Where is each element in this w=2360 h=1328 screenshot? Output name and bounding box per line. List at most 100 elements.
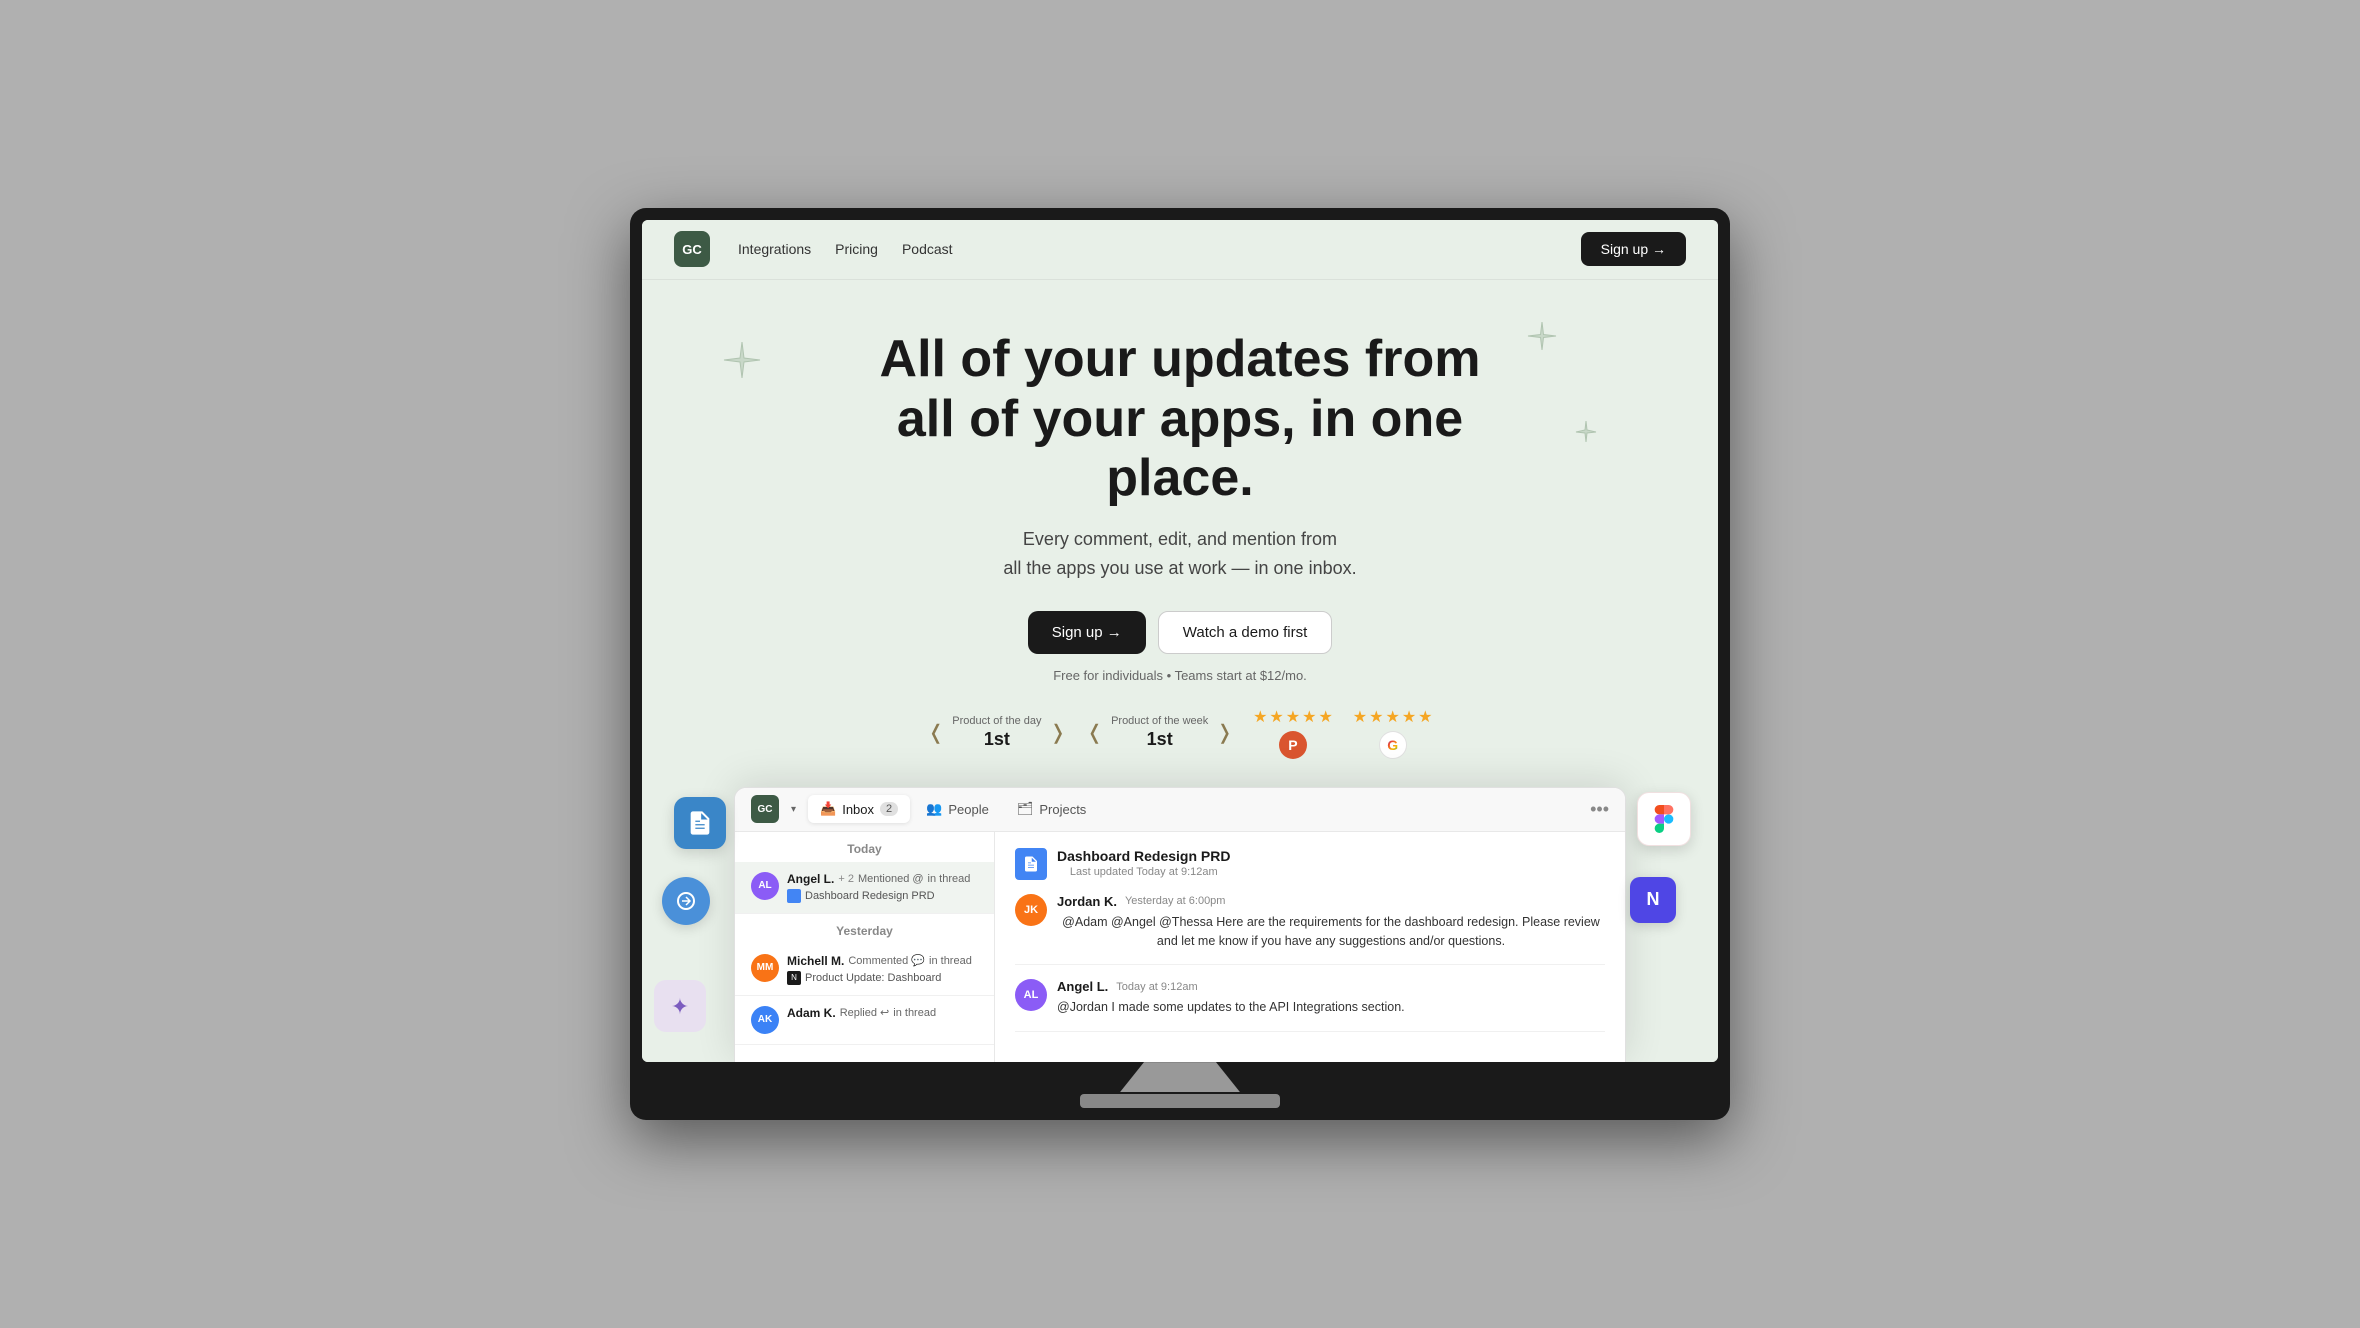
notion-icon-michell: N (787, 971, 801, 985)
sender-angel-count: + 2 (838, 873, 854, 885)
inbox-item-angel-header: Angel L. + 2 Mentioned @ in thread (787, 872, 978, 886)
laurel-left-day: ❬ (927, 720, 944, 745)
monitor-screen: GC Integrations Pricing Podcast Sign up … (642, 220, 1718, 1062)
app-logo: GC (751, 795, 779, 823)
sparkle-decoration-br (1574, 420, 1598, 449)
angel-msg-content: Angel L. Today at 9:12am @Jordan I made … (1057, 979, 1405, 1017)
navbar: GC Integrations Pricing Podcast Sign up … (642, 220, 1718, 280)
sparkle-decoration-tr (1526, 320, 1558, 358)
sender-adam: Adam K. (787, 1006, 836, 1020)
inbox-item-michell[interactable]: MM Michell M. Commented 💬 in thread N (735, 944, 994, 996)
svg-text:✦: ✦ (671, 994, 689, 1019)
today-label: Today (735, 832, 994, 862)
sender-michell: Michell M. (787, 954, 844, 968)
nav-pricing[interactable]: Pricing (835, 241, 878, 257)
ph-star-rating: ★ ★ ★ ★ ★ P (1253, 707, 1333, 759)
yesterday-label: Yesterday (735, 914, 994, 944)
detail-doc-title: Dashboard Redesign PRD (1057, 848, 1230, 864)
notion-float-icon: N (1630, 877, 1676, 923)
detail-doc-header: Dashboard Redesign PRD Last updated Toda… (1015, 848, 1605, 880)
angel-detail-text: @Jordan I made some updates to the API I… (1057, 998, 1405, 1017)
nav-logo: GC (674, 231, 710, 267)
inbox-icon: 📥 (820, 801, 836, 817)
more-options-icon[interactable]: ••• (1590, 799, 1609, 820)
angel-action: Mentioned @ (858, 873, 924, 885)
jordan-time: Yesterday at 6:00pm (1125, 895, 1226, 907)
detail-doc-meta: Last updated Today at 9:12am (1057, 866, 1230, 878)
app-window: GC ▾ 📥 Inbox 2 👥 People (734, 787, 1626, 1062)
hero-demo-button[interactable]: Watch a demo first (1158, 611, 1332, 654)
laurel-right-day: ❭ (1050, 720, 1067, 745)
angel-msg-header: Angel L. Today at 9:12am (1057, 979, 1405, 994)
detail-message-jordan: JK Jordan K. Yesterday at 6:00pm @Adam @… (1015, 894, 1605, 966)
tab-projects[interactable]: 🗂 Projects (1005, 795, 1098, 823)
avatar-adam: AK (751, 1006, 779, 1034)
linear-float-icon (662, 877, 710, 925)
product-week-label: Product of the week (1111, 715, 1208, 728)
google-docs-float-icon (674, 797, 726, 849)
app-preview-container: N ✦ GC ▾ 📥 Inbox 2 (734, 787, 1626, 1062)
projects-icon: 🗂 (1017, 801, 1034, 817)
jordan-text: @Adam @Angel @Thessa Here are the requir… (1057, 913, 1605, 951)
producthunt-icon: P (1279, 731, 1307, 759)
adam-action: Replied ↩ (840, 1006, 890, 1019)
product-day-label: Product of the day (952, 715, 1041, 728)
nav-signup-button[interactable]: Sign up → (1581, 232, 1686, 266)
hero-title: All of your updates from all of your app… (830, 330, 1530, 509)
figma-float-icon (1637, 792, 1691, 846)
google-star-rating: ★ ★ ★ ★ ★ G (1353, 707, 1433, 759)
nav-links: Integrations Pricing Podcast (738, 241, 1581, 257)
stand-base (1080, 1094, 1280, 1108)
hero-pricing-note: Free for individuals • Teams start at $1… (674, 668, 1686, 683)
detail-panel: Dashboard Redesign PRD Last updated Toda… (995, 832, 1625, 1062)
stand-neck (1120, 1062, 1240, 1092)
badges-row: ❬ Product of the day 1st ❭ ❬ Product of … (674, 707, 1686, 759)
inbox-badge: 2 (880, 802, 898, 816)
ph-stars: ★ ★ ★ ★ ★ (1253, 707, 1333, 727)
jordan-msg-content: Jordan K. Yesterday at 6:00pm @Adam @Ang… (1057, 894, 1605, 951)
inbox-list: Today AL Angel L. + 2 Mentioned @ in (735, 832, 995, 1062)
hero-section: All of your updates from all of your app… (642, 280, 1718, 1062)
inbox-item-adam-content: Adam K. Replied ↩ in thread (787, 1006, 978, 1034)
angel-detail-name: Angel L. (1057, 979, 1108, 994)
tab-people[interactable]: 👥 People (914, 795, 1001, 823)
product-day-rank: 1st (984, 729, 1010, 749)
nav-podcast[interactable]: Podcast (902, 241, 953, 257)
laurel-right-week: ❭ (1216, 720, 1233, 745)
avatar-angel: AL (751, 872, 779, 900)
avatar-jordan: JK (1015, 894, 1047, 926)
product-week-rank: 1st (1147, 729, 1173, 749)
hero-subtitle: Every comment, edit, and mention from al… (940, 525, 1420, 583)
angel-doc: Dashboard Redesign PRD (787, 889, 978, 903)
angel-detail-time: Today at 9:12am (1116, 981, 1197, 993)
nav-integrations[interactable]: Integrations (738, 241, 811, 257)
angel-thread: in thread (928, 873, 971, 885)
detail-gdoc-icon (1015, 848, 1047, 880)
jordan-msg-header: Jordan K. Yesterday at 6:00pm (1057, 894, 1605, 909)
app-toolbar: GC ▾ 📥 Inbox 2 👥 People (735, 788, 1625, 832)
inbox-item-angel[interactable]: AL Angel L. + 2 Mentioned @ in thread (735, 862, 994, 914)
product-day-badge: ❬ Product of the day 1st ❭ (927, 715, 1066, 750)
gdoc-icon-angel (787, 889, 801, 903)
monitor-stand (642, 1062, 1718, 1108)
inbox-item-adam-header: Adam K. Replied ↩ in thread (787, 1006, 978, 1020)
avatar-angel-detail: AL (1015, 979, 1047, 1011)
detail-message-angel: AL Angel L. Today at 9:12am @Jordan I ma… (1015, 979, 1605, 1032)
jordan-name: Jordan K. (1057, 894, 1117, 909)
avatar-michell: MM (751, 954, 779, 982)
inbox-item-michell-header: Michell M. Commented 💬 in thread (787, 954, 978, 968)
bottom-left-float-icon: ✦ (654, 980, 706, 1032)
detail-doc-info: Dashboard Redesign PRD Last updated Toda… (1057, 848, 1230, 878)
product-week-badge: ❬ Product of the week 1st ❭ (1086, 715, 1233, 750)
app-body: Today AL Angel L. + 2 Mentioned @ in (735, 832, 1625, 1062)
adam-thread: in thread (893, 1007, 936, 1019)
google-stars: ★ ★ ★ ★ ★ (1353, 707, 1433, 727)
tab-inbox[interactable]: 📥 Inbox 2 (808, 795, 910, 823)
app-logo-caret: ▾ (791, 804, 796, 815)
inbox-item-michell-content: Michell M. Commented 💬 in thread N Produ… (787, 954, 978, 985)
hero-signup-button[interactable]: Sign up → (1028, 611, 1146, 654)
michell-action: Commented 💬 (848, 954, 925, 967)
inbox-item-adam[interactable]: AK Adam K. Replied ↩ in thread (735, 996, 994, 1045)
laurel-left-week: ❬ (1086, 720, 1103, 745)
app-tabs: 📥 Inbox 2 👥 People 🗂 Projects (808, 795, 1098, 823)
